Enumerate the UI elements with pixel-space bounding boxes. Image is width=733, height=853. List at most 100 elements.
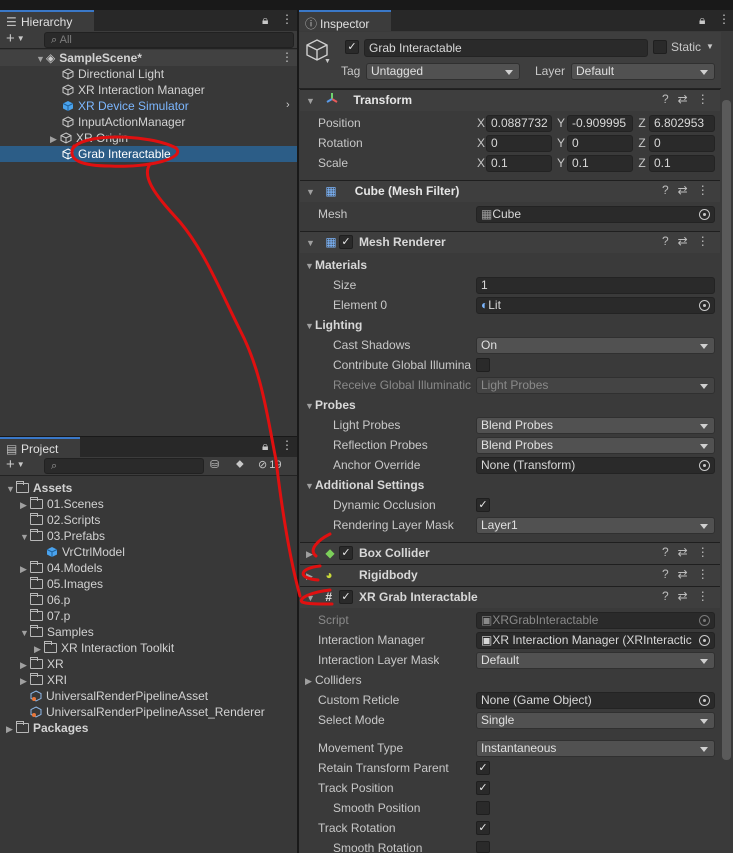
mesh-renderer-enabled-toggle[interactable]: ✓ (339, 235, 353, 249)
more-menu-icon[interactable]: ⋮ (281, 12, 293, 26)
project-folder-05-images[interactable]: 05.Images (0, 576, 297, 592)
chevron-right-icon[interactable]: › (286, 99, 290, 111)
component-header-icons[interactable]: ?⇄⋮ (662, 92, 718, 106)
mesh-object-field[interactable]: ▦Cube (476, 206, 715, 223)
object-picker-icon[interactable] (699, 460, 710, 471)
hierarchy-item-grab-interactable[interactable]: Grab Interactable (0, 146, 297, 162)
project-folder-01-scenes[interactable]: ▶ 01.Scenes (0, 496, 297, 512)
position-z-input[interactable]: 6.802953 (649, 115, 715, 132)
hierarchy-item-xr-origin[interactable]: ▶ XR Origin (0, 130, 297, 146)
hierarchy-item-xr-device-simulator[interactable]: XR Device Simulator (0, 98, 297, 114)
retain-parent-checkbox[interactable]: ✓ (476, 761, 490, 775)
chevron-right-icon[interactable]: ▶ (6, 721, 16, 737)
transform-header[interactable]: ▼ Transform (300, 89, 720, 111)
chevron-right-icon[interactable]: ▶ (20, 497, 30, 513)
component-header-icons[interactable]: ?⇄⋮ (662, 589, 718, 603)
element0-object-field[interactable]: ◐Lit (476, 297, 715, 314)
hidden-packages-button[interactable]: ⊘ 19 (258, 458, 281, 471)
chevron-down-icon[interactable]: ▼ (306, 588, 316, 609)
chevron-down-icon[interactable]: ▼ (324, 58, 331, 65)
object-picker-icon[interactable] (699, 209, 710, 220)
interaction-layer-dropdown[interactable]: Default (476, 652, 715, 669)
chevron-down-icon[interactable]: ▼ (36, 51, 46, 67)
hierarchy-item-directional-light[interactable]: Directional Light (0, 66, 297, 82)
create-button[interactable]: + ▼ (6, 456, 25, 473)
anchor-override-field[interactable]: None (Transform) (476, 457, 715, 474)
component-header-icons[interactable]: ?⇄⋮ (662, 234, 718, 248)
chevron-right-icon[interactable]: ▶ (20, 657, 30, 673)
position-y-input[interactable]: -0.909995 (567, 115, 633, 132)
project-folder-03-prefabs[interactable]: ▼ 03.Prefabs (0, 528, 297, 544)
size-input[interactable]: 1 (476, 277, 715, 294)
hierarchy-item-xr-interaction-manager[interactable]: XR Interaction Manager (0, 82, 297, 98)
select-mode-dropdown[interactable]: Single (476, 712, 715, 729)
chevron-down-icon[interactable]: ▼ (20, 529, 30, 545)
project-asset-vrctrlmodel[interactable]: VrCtrlModel (0, 544, 297, 560)
project-folder-samples[interactable]: ▼ Samples (0, 624, 297, 640)
mesh-filter-header[interactable]: ▼ ▦ Cube (Mesh Filter) (300, 180, 720, 202)
rotation-y-input[interactable]: 0 (567, 135, 633, 152)
hierarchy-item-input-action-manager[interactable]: InputActionManager (0, 114, 297, 130)
chevron-down-icon[interactable]: ▼ (306, 91, 316, 112)
smooth-rotation-checkbox[interactable] (476, 841, 490, 853)
xr-grab-enabled-toggle[interactable]: ✓ (339, 590, 353, 604)
rotation-x-input[interactable]: 0 (486, 135, 552, 152)
hierarchy-search-input[interactable]: ⌕ All (44, 32, 294, 48)
scene-row[interactable]: ▼◈ SampleScene* (0, 50, 297, 66)
lighting-foldout[interactable]: ▼Lighting (305, 316, 362, 334)
tab-hierarchy[interactable]: ☰ Hierarchy (0, 10, 94, 31)
scene-menu-icon[interactable]: ⋮ (281, 50, 293, 64)
project-folder-xr[interactable]: ▶ XR (0, 656, 297, 672)
light-probes-dropdown[interactable]: Blend Probes (476, 417, 715, 434)
track-rotation-checkbox[interactable]: ✓ (476, 821, 490, 835)
inspector-scrollbar[interactable] (722, 100, 731, 760)
project-folder-packages[interactable]: ▶ Packages (0, 720, 297, 736)
chevron-right-icon[interactable]: ▶ (20, 673, 30, 689)
track-position-checkbox[interactable]: ✓ (476, 781, 490, 795)
cast-shadows-dropdown[interactable]: On (476, 337, 715, 354)
materials-foldout[interactable]: ▼Materials (305, 256, 367, 274)
project-folder-06-p[interactable]: 06.p (0, 592, 297, 608)
tab-project[interactable]: ▤ Project (0, 437, 80, 457)
component-header-icons[interactable]: ?⇄⋮ (662, 545, 718, 559)
chevron-down-icon[interactable]: ▼ (6, 481, 16, 497)
active-toggle[interactable]: ✓ (345, 40, 359, 54)
lock-icon[interactable]: 🔒︎ (262, 13, 268, 28)
tab-inspector[interactable]: ⓘ Inspector (299, 10, 391, 31)
rotation-z-input[interactable]: 0 (649, 135, 715, 152)
lock-icon[interactable]: 🔒︎ (699, 13, 705, 28)
project-folder-xri[interactable]: ▶ XRI (0, 672, 297, 688)
object-name-input[interactable]: Grab Interactable (364, 39, 648, 57)
chevron-right-icon[interactable]: ▶ (306, 544, 316, 565)
project-asset-urp[interactable]: UniversalRenderPipelineAsset (0, 688, 297, 704)
scale-x-input[interactable]: 0.1 (486, 155, 552, 172)
chevron-right-icon[interactable]: ▶ (34, 641, 44, 657)
layer-dropdown[interactable]: Default (571, 63, 715, 80)
more-menu-icon[interactable]: ⋮ (718, 12, 730, 26)
chevron-down-icon[interactable]: ▼ (20, 625, 30, 641)
project-folder-07-p[interactable]: 07.p (0, 608, 297, 624)
project-asset-urp-renderer[interactable]: UniversalRenderPipelineAsset_Renderer (0, 704, 297, 720)
static-dropdown-icon[interactable]: ▼ (706, 42, 714, 51)
scale-z-input[interactable]: 0.1 (649, 155, 715, 172)
probes-foldout[interactable]: ▼Probes (305, 396, 356, 414)
contribute-gi-checkbox[interactable] (476, 358, 490, 372)
movement-type-dropdown[interactable]: Instantaneous (476, 740, 715, 757)
component-header-icons[interactable]: ?⇄⋮ (662, 183, 718, 197)
chevron-down-icon[interactable]: ▼ (306, 233, 316, 254)
chevron-right-icon[interactable]: ▶ (20, 561, 30, 577)
project-folder-assets[interactable]: ▼ Assets (0, 480, 297, 496)
static-toggle[interactable] (653, 40, 667, 54)
tag-dropdown[interactable]: Untagged (366, 63, 520, 80)
object-picker-icon[interactable] (699, 635, 710, 646)
create-button[interactable]: + ▼ (6, 30, 25, 47)
reflection-probes-dropdown[interactable]: Blend Probes (476, 437, 715, 454)
interaction-manager-field[interactable]: ▣XR Interaction Manager (XRInteractic (476, 632, 715, 649)
chevron-right-icon[interactable]: ▶ (50, 131, 60, 147)
project-folder-02-scripts[interactable]: 02.Scripts (0, 512, 297, 528)
smooth-position-checkbox[interactable] (476, 801, 490, 815)
rendering-layer-dropdown[interactable]: Layer1 (476, 517, 715, 534)
box-collider-enabled-toggle[interactable]: ✓ (339, 546, 353, 560)
scale-y-input[interactable]: 0.1 (567, 155, 633, 172)
component-header-icons[interactable]: ?⇄⋮ (662, 567, 718, 581)
